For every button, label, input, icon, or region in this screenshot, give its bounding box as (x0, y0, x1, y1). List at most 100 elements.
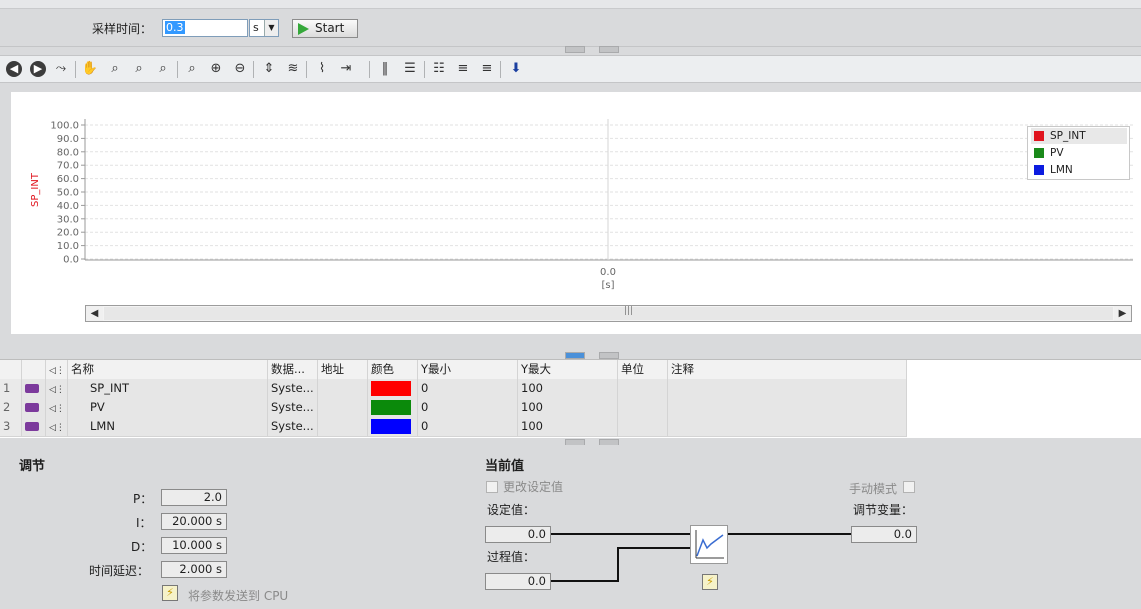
scroll-left-icon[interactable]: ◀ (86, 306, 103, 321)
legend-swatch (1034, 131, 1044, 141)
back-icon[interactable]: ◀ (6, 61, 22, 77)
export-icon[interactable]: ⬇ (507, 60, 525, 78)
send-to-cpu-label[interactable]: 将参数发送到 CPU (188, 587, 288, 604)
toolbar-separator (253, 61, 254, 78)
header-comment[interactable]: 注释 (668, 360, 907, 379)
zoom-rect-icon[interactable]: ⌕ (106, 60, 124, 78)
row-ymax[interactable]: 100 (518, 379, 618, 398)
scroll-right-icon[interactable]: ▶ (1114, 306, 1131, 321)
y-tick-label: 20.0 (57, 228, 79, 239)
legend-label: LMN (1050, 164, 1073, 176)
chart-horizontal-scrollbar[interactable]: ◀ ||| ▶ (85, 305, 1132, 322)
sampling-unit-select[interactable]: s ▼ (249, 19, 279, 37)
manual-mode-label: 手动模式 (849, 482, 898, 496)
table-row[interactable]: 1 ◁⋮ SP_INT Syste... 0 100 (0, 379, 907, 399)
row-comment[interactable] (668, 417, 907, 436)
row-ymin[interactable]: 0 (418, 379, 518, 398)
zoom-x-icon[interactable]: ⌕ (130, 60, 148, 78)
toolbar-separator (369, 61, 370, 78)
zoom-100-icon[interactable]: ⌕ (183, 60, 201, 78)
row-ymin[interactable]: 0 (418, 398, 518, 417)
signal-line (551, 580, 619, 582)
delay-field[interactable]: 2.000 s (161, 561, 227, 578)
row-number: 2 (0, 398, 22, 417)
chart-toolbar: ◀ ▶ ⤳ ✋ ⌕ ⌕ ⌕ ⌕ ⊕ ⊖ ⇕ ≋ ⌇ ⇥ ‖ ☰ ☷ ≡ ≡ ⬇ (0, 55, 1141, 83)
pan-icon[interactable]: ✋ (81, 60, 99, 78)
sampling-unit-value: s (253, 21, 259, 34)
load-icon[interactable]: ⚡ (702, 574, 718, 590)
table-row[interactable]: 3 ◁⋮ LMN Syste... 0 100 (0, 417, 907, 437)
sampling-time-input[interactable]: 0.3 (162, 19, 248, 37)
visibility-icon[interactable]: ◁⋮ (46, 417, 68, 436)
row-name: PV (68, 398, 268, 417)
row-address (318, 398, 368, 417)
row-number: 3 (0, 417, 22, 436)
header-address[interactable]: 地址 (318, 360, 368, 379)
header-ymax[interactable]: Y最大 (518, 360, 618, 379)
p-field[interactable]: 2.0 (161, 489, 227, 506)
scrollbar-thumb[interactable]: ||| (104, 306, 1113, 320)
splitter-handle[interactable] (565, 352, 585, 359)
row-ymin[interactable]: 0 (418, 417, 518, 436)
manual-mode-checkbox[interactable] (903, 481, 915, 493)
d-field[interactable]: 10.000 s (161, 537, 227, 554)
zoom-in-icon[interactable]: ⊕ (207, 60, 225, 78)
header-visibility[interactable]: ◁⋮ (46, 360, 68, 379)
fit-all-icon[interactable]: ≋ (284, 60, 302, 78)
row-unit (618, 417, 668, 436)
row-color[interactable] (368, 398, 418, 417)
change-setpoint-checkbox[interactable] (486, 481, 498, 493)
header-ymin[interactable]: Y最小 (418, 360, 518, 379)
trend-chart[interactable]: 100.0 90.0 80.0 70.0 60.0 50.0 40.0 30.0 20.0 10.… (0, 92, 1141, 302)
y-axis-ticks: 100.0 90.0 80.0 70.0 60.0 50.0 40.0 30.0 20.0 10.… (50, 121, 85, 266)
row-ymax[interactable]: 100 (518, 417, 618, 436)
start-button[interactable]: Start (292, 19, 358, 38)
row-color[interactable] (368, 417, 418, 436)
splitter-handle[interactable] (599, 352, 619, 359)
visibility-icon[interactable]: ◁⋮ (46, 379, 68, 398)
y-tick-label: 80.0 (57, 147, 79, 158)
i-field[interactable]: 20.000 s (161, 513, 227, 530)
splitter-handle[interactable] (565, 46, 585, 53)
y-tick-label: 70.0 (57, 161, 79, 172)
output-field[interactable]: 0.0 (851, 526, 917, 543)
color-swatch (371, 419, 411, 434)
table-row[interactable]: 2 ◁⋮ PV Syste... 0 100 (0, 398, 907, 418)
forward-icon[interactable]: ▶ (30, 61, 46, 77)
y-tick-label: 10.0 (57, 241, 79, 252)
header-datatype[interactable]: 数据... (268, 360, 318, 379)
ruler-2-icon[interactable]: ☰ (401, 60, 419, 78)
row-ymax[interactable]: 100 (518, 398, 618, 417)
legend-item-sp-int[interactable]: SP_INT (1031, 128, 1127, 144)
row-color[interactable] (368, 379, 418, 398)
curve-overview-icon[interactable]: ⤳ (52, 60, 70, 78)
send-to-cpu-icon[interactable]: ⚡ (162, 585, 178, 601)
ruler-1-icon[interactable]: ‖ (376, 60, 394, 78)
header-unit[interactable]: 单位 (618, 360, 668, 379)
row-comment[interactable] (668, 379, 907, 398)
setpoint-field[interactable]: 0.0 (485, 526, 551, 543)
process-value-field: 0.0 (485, 573, 551, 590)
row-comment[interactable] (668, 398, 907, 417)
legend-label: SP_INT (1050, 130, 1086, 142)
legend-icon[interactable]: ☷ (430, 60, 448, 78)
row-address (318, 379, 368, 398)
fit-y-icon[interactable]: ⇕ (260, 60, 278, 78)
x-axis-label: [s] (601, 280, 614, 291)
top-strip (0, 0, 1141, 9)
zoom-y-icon[interactable]: ⌕ (154, 60, 172, 78)
header-name[interactable]: 名称 (68, 360, 268, 379)
visibility-icon[interactable]: ◁⋮ (46, 398, 68, 417)
zoom-out-icon[interactable]: ⊖ (231, 60, 249, 78)
legend-item-pv[interactable]: PV (1031, 145, 1127, 161)
signal-line (551, 533, 690, 535)
measure-icon[interactable]: ⌇ (313, 60, 331, 78)
legend-item-lmn[interactable]: LMN (1031, 162, 1127, 178)
time-axis-icon[interactable]: ⇥ (337, 60, 355, 78)
tag-icon (22, 417, 46, 436)
header-color[interactable]: 颜色 (368, 360, 418, 379)
splitter-handle[interactable] (599, 46, 619, 53)
toolbar-separator (75, 61, 76, 78)
align-right-icon[interactable]: ≡ (478, 60, 496, 78)
align-left-icon[interactable]: ≡ (454, 60, 472, 78)
